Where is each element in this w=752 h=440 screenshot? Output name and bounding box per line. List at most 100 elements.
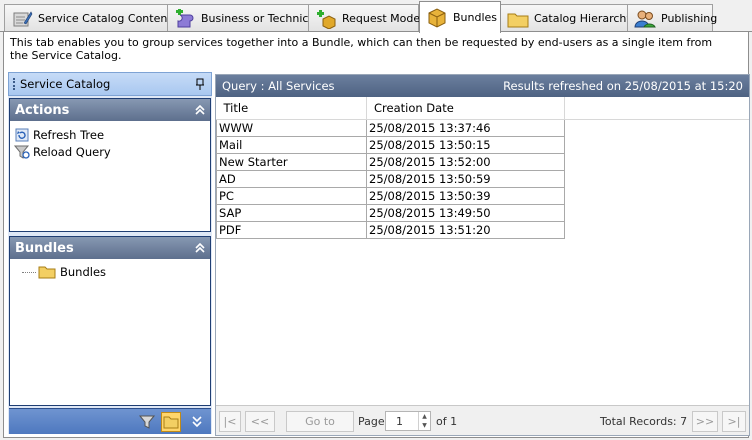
service-catalog-header: Service Catalog <box>8 72 212 96</box>
column-header-filler <box>564 97 749 120</box>
page-number-input[interactable]: 1 ▲ ▼ <box>385 411 431 431</box>
tab-label: Catalog Hierarchy <box>534 12 633 25</box>
cell-title: New Starter <box>216 152 367 171</box>
cell-creation-date: 25/08/2015 13:50:39 <box>366 186 565 205</box>
actions-title: Actions <box>15 102 70 118</box>
tree-node-bundles[interactable]: Bundles <box>22 265 106 279</box>
funnel-reload-icon <box>14 145 30 159</box>
tree-connector <box>22 271 36 273</box>
refresh-tree-label: Refresh Tree <box>33 127 105 142</box>
tab-service-catalog-contents[interactable]: Service Catalog Contents <box>4 4 177 32</box>
table-row[interactable]: SAP 25/08/2015 13:49:50 <box>216 203 749 222</box>
table-row[interactable]: New Starter 25/08/2015 13:52:00 <box>216 152 749 171</box>
table-row[interactable]: PC 25/08/2015 13:50:39 <box>216 186 749 205</box>
reload-query-label: Reload Query <box>33 144 111 159</box>
box-add-icon <box>317 9 336 29</box>
bundles-title: Bundles <box>15 240 74 256</box>
tab-bundles[interactable]: Bundles <box>419 1 501 33</box>
users-icon <box>634 10 656 27</box>
service-catalog-title: Service Catalog <box>20 77 111 91</box>
pin-icon[interactable] <box>195 78 205 90</box>
cell-title: PDF <box>216 220 367 239</box>
tab-publishing[interactable]: Publishing <box>627 4 717 32</box>
cell-title: Mail <box>216 135 367 154</box>
cell-filler <box>564 187 749 204</box>
last-page-button[interactable]: >| <box>722 411 746 432</box>
table-row[interactable]: PDF 25/08/2015 13:51:20 <box>216 220 749 239</box>
service-catalog-panel: Service Catalog Actions Refresh Tree Rel… <box>8 72 212 434</box>
tab-label: Service Catalog Contents <box>38 12 178 25</box>
tree-node-label: Bundles <box>60 265 107 279</box>
folder-icon <box>163 416 179 429</box>
cell-title: AD <box>216 169 367 188</box>
cell-title: SAP <box>216 203 367 222</box>
actions-header[interactable]: Actions <box>10 99 210 121</box>
funnel-icon <box>139 415 155 429</box>
grid-header-row: Title Creation Date <box>216 97 749 120</box>
cell-creation-date: 25/08/2015 13:51:20 <box>366 220 565 239</box>
tab-strip: Service Catalog Contents Business or Tec… <box>0 0 752 33</box>
column-header-creation-date[interactable]: Creation Date <box>366 97 565 120</box>
refresh-tree-action[interactable]: Refresh Tree <box>10 126 210 143</box>
tab-label: Business or Technical <box>201 12 319 25</box>
more-options-button[interactable] <box>187 412 207 432</box>
folder-icon <box>507 13 529 27</box>
tab-request-mode[interactable]: Request Mode <box>308 4 421 32</box>
tab-business-or-technical[interactable]: Business or Technical <box>167 4 318 32</box>
reload-query-action[interactable]: Reload Query <box>10 143 210 160</box>
tab-divider <box>0 31 752 32</box>
query-results-panel: Query : All Services Results refreshed o… <box>215 74 750 436</box>
folder-view-button[interactable] <box>161 412 181 432</box>
cell-creation-date: 25/08/2015 13:50:15 <box>366 135 565 154</box>
cell-filler <box>564 170 749 187</box>
query-label: Query : All Services <box>222 79 335 93</box>
previous-page-button[interactable]: << <box>245 411 275 432</box>
folder-icon <box>38 266 56 279</box>
table-row[interactable]: AD 25/08/2015 13:50:59 <box>216 169 749 188</box>
chevron-double-down-icon <box>192 416 202 428</box>
cell-title: PC <box>216 186 367 205</box>
results-refreshed-text: Results refreshed on 25/08/2015 at 15:20 <box>503 79 743 93</box>
cell-creation-date: 25/08/2015 13:50:59 <box>366 169 565 188</box>
bundles-pane: Bundles Bundles <box>9 236 211 406</box>
bundles-header[interactable]: Bundles <box>10 237 210 259</box>
next-page-button[interactable]: >> <box>692 411 718 432</box>
page-number-value: 1 <box>396 414 403 428</box>
cell-filler <box>564 204 749 221</box>
cell-creation-date: 25/08/2015 13:52:00 <box>366 152 565 171</box>
first-page-button[interactable]: |< <box>219 411 241 432</box>
bundles-tab-content: This tab enables you to group services t… <box>3 32 750 438</box>
cell-filler <box>564 119 749 136</box>
total-records-text: Total Records: 7 <box>600 415 688 428</box>
cell-filler <box>564 136 749 153</box>
column-header-title[interactable]: Title <box>216 97 367 120</box>
go-to-button[interactable]: Go to <box>286 411 354 432</box>
tab-label: Publishing <box>661 12 718 25</box>
table-row[interactable]: Mail 25/08/2015 13:50:15 <box>216 135 749 154</box>
refresh-icon <box>15 128 29 141</box>
panel-footer-toolbar <box>9 408 211 434</box>
tab-label: Request Mode <box>342 12 421 25</box>
cell-title: WWW <box>216 118 367 137</box>
collapse-up-icon[interactable] <box>195 105 205 115</box>
tab-description: This tab enables you to group services t… <box>10 36 713 62</box>
collapse-up-icon[interactable] <box>195 243 205 253</box>
tab-catalog-hierarchy[interactable]: Catalog Hierarchy <box>500 4 633 32</box>
cell-creation-date: 25/08/2015 13:37:46 <box>366 118 565 137</box>
notepad-pencil-icon <box>13 10 33 26</box>
page-count-label: of 1 <box>436 415 458 428</box>
results-grid: Title Creation Date WWW 25/08/2015 13:37:… <box>216 97 749 239</box>
filter-button[interactable] <box>137 412 157 432</box>
tab-label: Bundles <box>453 11 498 24</box>
cell-filler <box>564 221 749 238</box>
pager: |< << Go to Page 1 ▲ ▼ of 1 Total Records… <box>216 405 749 435</box>
package-icon <box>428 7 446 28</box>
table-row[interactable]: WWW 25/08/2015 13:37:46 <box>216 118 749 137</box>
actions-pane: Actions Refresh Tree Reload Query <box>9 98 211 232</box>
page-label: Page <box>358 415 385 428</box>
query-bar: Query : All Services Results refreshed o… <box>216 75 749 97</box>
puzzle-add-icon <box>176 8 194 27</box>
page-spinner[interactable]: ▲ ▼ <box>418 412 430 430</box>
grip-handle[interactable] <box>13 78 16 90</box>
cell-creation-date: 25/08/2015 13:49:50 <box>366 203 565 222</box>
